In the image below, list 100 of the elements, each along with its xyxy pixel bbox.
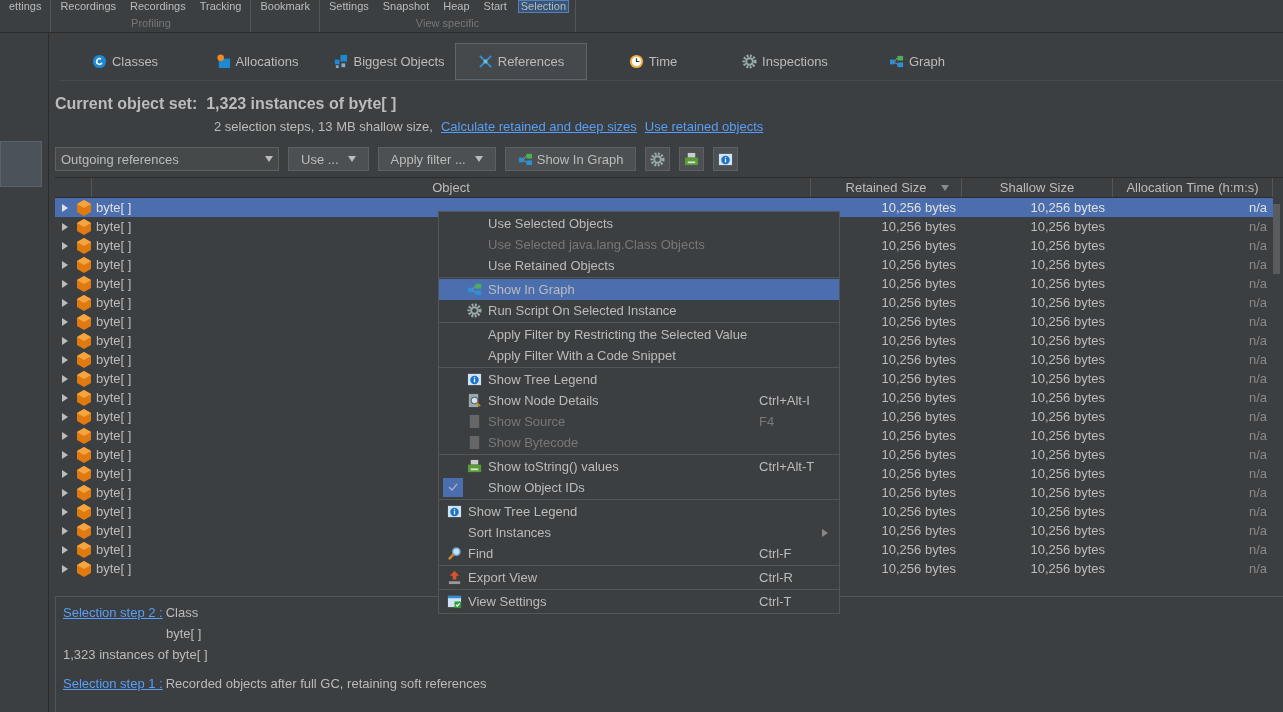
object-name: byte[ ] <box>96 504 132 519</box>
retained-size: 10,256 bytes <box>881 485 956 500</box>
menu-item[interactable]: Sort Instances <box>439 522 839 543</box>
blocks-icon <box>333 54 349 69</box>
shallow-size: 10,256 bytes <box>1030 523 1105 538</box>
shallow-size: 10,256 bytes <box>1030 276 1105 291</box>
caret-icon <box>347 155 356 163</box>
view-tab[interactable]: Graph <box>851 43 983 80</box>
shallow-size: 10,256 bytes <box>1030 428 1105 443</box>
shallow-size: 10,256 bytes <box>1030 314 1105 329</box>
object-name: byte[ ] <box>96 276 132 291</box>
allocation-time: n/a <box>1248 352 1267 367</box>
object-name: byte[ ] <box>96 295 132 310</box>
view-tab[interactable]: Allocations <box>191 43 323 80</box>
allocation-time: n/a <box>1248 504 1267 519</box>
object-name: byte[ ] <box>96 409 132 424</box>
ribbon-button[interactable]: ettings <box>6 0 45 13</box>
hexagon-icon <box>77 313 91 330</box>
printer-button[interactable] <box>679 147 705 171</box>
graph-icon <box>466 282 482 297</box>
ribbon-button[interactable]: Recordings <box>57 0 120 13</box>
menu-item[interactable]: Apply Filter by Restricting the Selected Value <box>439 324 839 345</box>
hexagon-icon <box>77 503 91 520</box>
ribbon-button[interactable]: Recordings <box>127 0 189 13</box>
allocation-time: n/a <box>1248 371 1267 386</box>
allocation-time: n/a <box>1248 219 1267 234</box>
action-link[interactable]: Use retained objects <box>644 119 764 134</box>
allocation-time: n/a <box>1248 523 1267 538</box>
ribbon-button[interactable]: Settings <box>326 0 372 13</box>
retained-size: 10,256 bytes <box>881 295 956 310</box>
allocation-time: n/a <box>1248 276 1267 291</box>
dropdown-button[interactable]: Use ... <box>288 147 369 171</box>
view-tab[interactable]: Biggest Objects <box>323 43 455 80</box>
graph-icon <box>517 151 533 167</box>
expand-arrow-icon <box>61 393 69 402</box>
expand-arrow-icon <box>61 260 69 269</box>
object-name: byte[ ] <box>96 428 132 443</box>
ribbon-button[interactable]: Snapshot <box>379 0 433 13</box>
class-icon <box>91 54 107 69</box>
allocation-time: n/a <box>1248 485 1267 500</box>
object-name: byte[ ] <box>96 200 132 215</box>
checkbox[interactable] <box>443 478 463 497</box>
selection-step-link[interactable]: Selection step 1 : <box>63 676 163 691</box>
view-tab[interactable]: Time <box>587 43 719 80</box>
ribbon-button[interactable]: Heap <box>440 0 473 13</box>
allocation-time: n/a <box>1248 257 1267 272</box>
ribbon-button[interactable]: Tracking <box>196 0 245 13</box>
hexagon-icon <box>77 427 91 444</box>
allocation-time: n/a <box>1248 390 1267 405</box>
retained-size: 10,256 bytes <box>881 409 956 424</box>
menu-item[interactable]: Show Tree Legend <box>439 501 839 522</box>
allocation-icon <box>215 54 231 69</box>
expand-arrow-icon <box>61 241 69 250</box>
object-name: byte[ ] <box>96 485 132 500</box>
object-name: byte[ ] <box>96 466 132 481</box>
expand-arrow-icon <box>61 545 69 554</box>
printer-icon <box>684 151 700 167</box>
retained-size: 10,256 bytes <box>881 523 956 538</box>
menu-item[interactable]: Find Ctrl-F <box>439 543 839 564</box>
view-tab[interactable]: Classes <box>59 43 191 80</box>
object-name: byte[ ] <box>96 523 132 538</box>
menu-item[interactable]: Run Script On Selected Instance <box>439 300 839 321</box>
hexagon-icon <box>77 446 91 463</box>
ribbon-button[interactable]: Selection <box>517 0 570 13</box>
info-button[interactable] <box>713 147 739 171</box>
show-in-graph-button[interactable]: Show In Graph <box>504 147 637 171</box>
object-name: byte[ ] <box>96 390 132 405</box>
retained-size: 10,256 bytes <box>881 390 956 405</box>
menu-item[interactable]: Apply Filter With a Code Snippet <box>439 345 839 366</box>
graph-icon <box>888 54 904 69</box>
ribbon-button[interactable]: Start <box>480 0 510 13</box>
column-header[interactable]: Retained Size <box>811 178 962 197</box>
references-icon <box>477 54 493 69</box>
menu-item[interactable]: Show Object IDs <box>439 477 839 498</box>
view-tab[interactable]: Inspections <box>719 43 851 80</box>
menu-item[interactable]: Show Node Details Ctrl+Alt-I <box>439 390 839 411</box>
column-header[interactable]: Shallow Size <box>962 178 1113 197</box>
object-name: byte[ ] <box>96 447 132 462</box>
object-name: byte[ ] <box>96 238 132 253</box>
menu-item[interactable]: Show Tree Legend <box>439 369 839 390</box>
column-header[interactable]: Object <box>92 178 811 197</box>
retained-size: 10,256 bytes <box>881 257 956 272</box>
info-icon <box>446 504 462 519</box>
action-link[interactable]: Calculate retained and deep sizes <box>440 119 637 134</box>
menu-item[interactable]: Use Retained Objects <box>439 255 839 276</box>
view-tab[interactable]: References <box>455 43 587 80</box>
selection-step-link[interactable]: Selection step 2 : <box>63 605 163 620</box>
hexagon-icon <box>77 199 91 216</box>
ribbon-group-label: Profiling <box>131 17 171 29</box>
gear-button[interactable] <box>645 147 671 171</box>
retained-size: 10,256 bytes <box>881 352 956 367</box>
reference-type-dropdown[interactable]: Outgoing references <box>55 147 279 171</box>
menu-item[interactable]: Export View Ctrl-R <box>439 567 839 588</box>
shallow-size: 10,256 bytes <box>1030 542 1105 557</box>
ribbon-button[interactable]: Bookmark <box>257 0 313 13</box>
menu-item[interactable]: View Settings Ctrl-T <box>439 591 839 612</box>
table-row[interactable]: byte[ ] 10,256 bytes 10,256 bytes n/a <box>55 198 1273 217</box>
clock-icon <box>628 54 644 69</box>
dropdown-button[interactable]: Apply filter ... <box>377 147 496 171</box>
step-detail: byte[ ] <box>166 626 203 641</box>
